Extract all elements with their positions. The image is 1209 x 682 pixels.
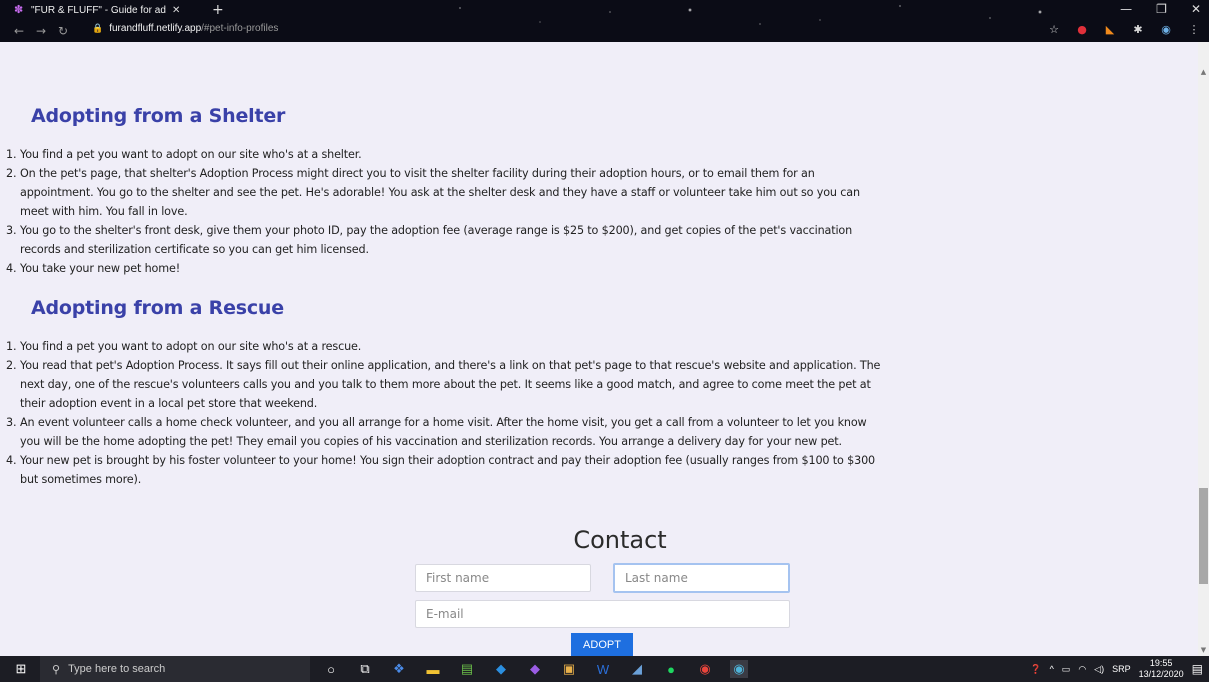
paw-favicon-icon: ✽ [14, 3, 24, 16]
minimize-icon[interactable]: — [1120, 2, 1132, 16]
url-host: furandfluff.netlify.app [109, 23, 202, 34]
list-item: 3. You go to the shelter's front desk, gi… [6, 224, 853, 256]
language-indicator[interactable]: SRP [1112, 664, 1131, 674]
rescue-steps-list: 1. You find a pet you want to adopt on ou… [6, 337, 886, 489]
chrome-icon[interactable]: ◉ [696, 660, 714, 678]
rss-extension-icon[interactable]: ◣ [1103, 23, 1117, 36]
volume-icon[interactable]: ◁) [1094, 664, 1104, 675]
help-icon[interactable]: ❓ [1030, 664, 1041, 675]
cortana-icon[interactable]: ○ [322, 660, 340, 678]
window-controls: — ❐ ✕ [1120, 2, 1201, 16]
tab-close-icon[interactable]: ✕ [172, 5, 180, 16]
windows-taskbar: ⊞ ⚲ Type here to search ○ ⧉ ❖ ▬ ▤ ◆ ◆ ▣ … [0, 656, 1209, 682]
adblock-extension-icon[interactable]: ● [1075, 23, 1089, 36]
clock[interactable]: 19:55 13/12/2020 [1139, 658, 1184, 680]
adopt-button[interactable]: ADOPT [571, 633, 633, 656]
menu-kebab-icon[interactable]: ⋮ [1187, 23, 1201, 36]
tab-title: "FUR & FLUFF" - Guide for adopt [31, 4, 166, 16]
page-content: Adopting from a Shelter 1. You find a pet… [0, 42, 1198, 656]
first-name-input[interactable]: First name [415, 564, 591, 592]
taskbar-apps: ○ ⧉ ❖ ▬ ▤ ◆ ◆ ▣ W ◢ ● ◉ ◉ [322, 656, 748, 682]
lock-icon: 🔒 [92, 23, 104, 33]
notepad-icon[interactable]: ▤ [458, 660, 476, 678]
list-item: 4. You take your new pet home! [6, 262, 181, 275]
search-icon: ⚲ [52, 663, 61, 676]
address-bar[interactable]: 🔒 furandfluff.netlify.app/#pet-info-prof… [92, 23, 278, 34]
vscode-icon[interactable]: ◆ [492, 660, 510, 678]
list-item: 4. Your new pet is brought by his foster … [6, 454, 876, 486]
shelter-section-title: Adopting from a Shelter [31, 105, 286, 127]
bookmark-star-icon[interactable]: ☆ [1047, 23, 1061, 36]
scroll-up-icon[interactable]: ▲ [1200, 68, 1207, 76]
list-item: 1. You find a pet you want to adopt on ou… [6, 148, 362, 161]
chrome-active-icon[interactable]: ◉ [730, 660, 748, 678]
list-item: 3. An event volunteer calls a home check … [6, 416, 867, 448]
last-name-input[interactable]: Last name [613, 563, 790, 593]
word-icon[interactable]: W [594, 660, 612, 678]
windows-start-icon[interactable]: ⊞ [6, 661, 36, 677]
browser-chrome: ✽ "FUR & FLUFF" - Guide for adopt ✕ + — … [0, 0, 1209, 42]
back-icon[interactable]: ← [8, 24, 30, 38]
new-tab-button[interactable]: + [212, 1, 224, 19]
notifications-icon[interactable]: ▤ [1192, 662, 1203, 676]
contact-title: Contact [573, 526, 667, 554]
list-item: 1. You find a pet you want to adopt on ou… [6, 340, 362, 353]
clock-date: 13/12/2020 [1138, 669, 1184, 679]
extensions-bar: ☆ ● ◣ ✱ ◉ ⋮ [1047, 23, 1201, 36]
profile-avatar-icon[interactable]: ◉ [1159, 23, 1173, 36]
taskbar-search-box[interactable]: ⚲ Type here to search [40, 656, 310, 682]
task-view-icon[interactable]: ⧉ [356, 660, 374, 678]
reload-icon[interactable]: ↻ [52, 24, 74, 38]
list-item: 2. On the pet's page, that shelter's Adop… [6, 167, 860, 218]
app-icon[interactable]: ◢ [628, 660, 646, 678]
email-input[interactable]: E-mail [415, 600, 790, 628]
system-tray: ❓ ^ ▭ ◠ ◁) SRP 19:55 13/12/2020 ▤ [1030, 656, 1203, 682]
page-scrollbar[interactable]: ▲ ▼ [1198, 42, 1209, 656]
dropbox-icon[interactable]: ❖ [390, 660, 408, 678]
clock-time: 19:55 [1149, 658, 1173, 668]
browser-tab[interactable]: ✽ "FUR & FLUFF" - Guide for adopt ✕ [8, 0, 208, 20]
rescue-section-title: Adopting from a Rescue [31, 297, 284, 319]
scroll-thumb[interactable] [1199, 488, 1208, 584]
file-explorer-icon[interactable]: ▬ [424, 660, 442, 678]
spotify-icon[interactable]: ● [662, 660, 680, 678]
close-window-icon[interactable]: ✕ [1191, 2, 1201, 16]
app-icon[interactable]: ▣ [560, 660, 578, 678]
visual-studio-icon[interactable]: ◆ [526, 660, 544, 678]
wifi-icon[interactable]: ◠ [1078, 664, 1086, 675]
forward-icon[interactable]: → [30, 24, 52, 38]
list-item: 2. You read that pet's Adoption Process. … [6, 359, 881, 410]
maximize-icon[interactable]: ❐ [1156, 2, 1167, 16]
extensions-puzzle-icon[interactable]: ✱ [1131, 23, 1145, 36]
chevron-up-icon[interactable]: ^ [1050, 664, 1054, 674]
shelter-steps-list: 1. You find a pet you want to adopt on ou… [6, 145, 886, 278]
battery-icon[interactable]: ▭ [1062, 664, 1071, 675]
url-path: /#pet-info-profiles [201, 23, 279, 34]
scroll-down-icon[interactable]: ▼ [1200, 646, 1207, 654]
taskbar-search-placeholder: Type here to search [68, 663, 166, 675]
